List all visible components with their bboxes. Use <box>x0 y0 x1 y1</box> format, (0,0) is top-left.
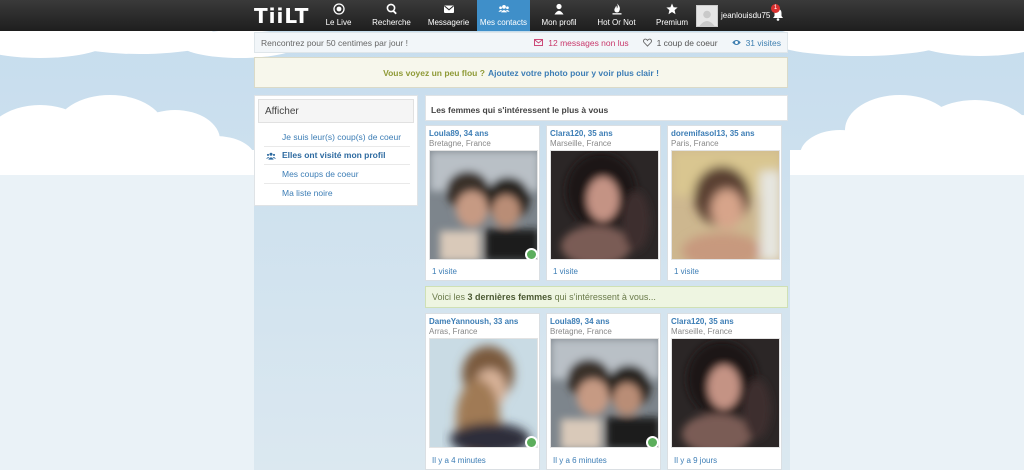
visits-count: 31 visites <box>745 37 781 48</box>
profile-location: Arras, France <box>429 327 478 336</box>
banner-highlight: 3 dernières femmes <box>467 292 553 302</box>
nav-label: Messagerie <box>427 18 470 27</box>
profile-card[interactable]: Clara120, 35 ans Marseille, France 1 vis… <box>546 125 661 281</box>
profile-location: Bretagne, France <box>429 139 491 148</box>
eye-icon <box>731 40 741 45</box>
nav-premium[interactable]: Premium <box>645 0 699 31</box>
nav-label: Mes contacts <box>479 18 528 27</box>
sidebar-item-liste-noire[interactable]: Ma liste noire <box>264 184 410 203</box>
profile-card[interactable]: Clara120, 35 ans Marseille, France Il y … <box>667 313 782 470</box>
profile-name[interactable]: DameYannoush, 33 ans <box>426 314 539 326</box>
sidebar-item-coups-de-coeur-recus[interactable]: Je suis leur(s) coup(s) de coeur <box>264 128 410 147</box>
visit-time: Il y a 9 jours <box>674 456 718 465</box>
nav-mon-profil[interactable]: Mon profil <box>530 0 588 31</box>
profile-name[interactable]: Loula89, 34 ans <box>426 126 539 138</box>
profile-card[interactable]: doremifasol13, 35 ans Paris, France 1 vi… <box>667 125 782 281</box>
user-icon <box>554 3 564 15</box>
default-avatar-icon <box>699 10 715 26</box>
blur-notice: Vous voyez un peu flou ? Ajoutez votre p… <box>254 57 788 88</box>
live-icon <box>332 3 345 15</box>
profile-card[interactable]: Loula89, 34 ans Bretagne, France Il y a … <box>546 313 661 470</box>
profile-name[interactable]: Clara120, 35 ans <box>547 126 660 138</box>
profile-card[interactable]: DameYannoush, 33 ans Arras, France Il y … <box>425 313 540 470</box>
visit-time: Il y a 4 minutes <box>432 456 486 465</box>
blurred-photo <box>551 339 658 447</box>
nav-messagerie[interactable]: Messagerie <box>420 0 477 31</box>
nav-label: Le Live <box>325 18 352 27</box>
blurred-photo <box>672 339 779 447</box>
blur-notice-text: Vous voyez un peu flou ? <box>383 67 485 78</box>
sidebar-title: Afficher <box>258 99 414 123</box>
online-indicator <box>525 248 538 261</box>
visits-link[interactable]: 31 visites <box>731 37 781 48</box>
filter-sidebar: Afficher Je suis leur(s) coup(s) de coeu… <box>254 95 418 206</box>
profile-location: Marseille, France <box>671 327 733 336</box>
sidebar-item-mes-coups-de-coeur[interactable]: Mes coups de coeur <box>264 165 410 184</box>
username[interactable]: jeanlouisdu75 <box>721 11 770 20</box>
nav-label: Mon profil <box>541 18 577 27</box>
profile-name[interactable]: doremifasol13, 35 ans <box>668 126 781 138</box>
profile-photo-blurred[interactable] <box>550 338 659 448</box>
visit-count: 1 visite <box>553 267 578 276</box>
online-indicator <box>525 436 538 449</box>
add-photo-link[interactable]: Ajoutez votre photo pour y voir plus cla… <box>488 68 659 78</box>
nav-le-live[interactable]: Le Live <box>314 0 363 31</box>
visit-count: 1 visite <box>674 267 699 276</box>
unread-messages-link[interactable]: 12 messages non lus <box>534 37 629 48</box>
section-title: Les femmes qui s'intéressent le plus à v… <box>425 95 788 121</box>
flame-icon <box>612 3 621 15</box>
sidebar-item-label: Elles ont visité mon profil <box>282 150 386 161</box>
blurred-photo <box>430 151 537 259</box>
hearts-link[interactable]: 1 coup de coeur <box>642 37 718 48</box>
nav-label: Recherche <box>372 18 411 27</box>
contacts-icon <box>497 4 510 13</box>
search-icon <box>386 3 397 15</box>
banner-suffix: qui s'intéressent à vous... <box>554 292 656 302</box>
notification-badge: 1 <box>771 4 780 13</box>
profile-photo-blurred[interactable] <box>671 150 780 260</box>
info-bar: Rencontrez pour 50 centimes par jour ! 1… <box>254 32 788 53</box>
blurred-photo <box>430 339 537 447</box>
main-nav: Le Live Recherche Messagerie Mes contact… <box>314 0 699 31</box>
blurred-photo <box>551 151 658 259</box>
star-icon <box>666 3 678 15</box>
heart-icon <box>642 38 652 47</box>
profile-card[interactable]: Loula89, 34 ans Bretagne, France 1 visit… <box>425 125 540 281</box>
profile-location: Bretagne, France <box>550 327 612 336</box>
envelope-icon <box>534 38 544 47</box>
profile-photo-blurred[interactable] <box>671 338 780 448</box>
unread-messages-count: 12 messages non lus <box>548 37 629 48</box>
sidebar-item-visites[interactable]: Elles ont visité mon profil <box>264 147 410 165</box>
nav-mes-contacts[interactable]: Mes contacts <box>477 0 530 31</box>
visit-time: Il y a 6 minutes <box>553 456 607 465</box>
tiilt-logo[interactable]: TiiLT <box>254 4 309 28</box>
recent-visitors-banner: Voici les 3 dernières femmes qui s'intér… <box>425 286 788 308</box>
profile-photo-blurred[interactable] <box>429 150 538 260</box>
user-menu[interactable]: jeanlouisdu75 <box>696 4 770 27</box>
users-icon <box>266 152 276 160</box>
nav-hot-or-not[interactable]: Hot Or Not <box>588 0 645 31</box>
nav-recherche[interactable]: Recherche <box>363 0 420 31</box>
hearts-count: 1 coup de coeur <box>656 37 718 48</box>
nav-label: Hot Or Not <box>597 18 636 27</box>
visit-count: 1 visite <box>432 267 457 276</box>
promo-link[interactable]: Rencontrez pour 50 centimes par jour ! <box>261 38 408 48</box>
profile-name[interactable]: Clara120, 35 ans <box>668 314 781 326</box>
sidebar-menu: Je suis leur(s) coup(s) de coeur Elles o… <box>258 128 414 202</box>
avatar[interactable] <box>696 4 718 27</box>
profile-photo-blurred[interactable] <box>550 150 659 260</box>
profile-location: Paris, France <box>671 139 719 148</box>
profile-name[interactable]: Loula89, 34 ans <box>547 314 660 326</box>
banner-prefix: Voici les <box>432 292 466 302</box>
profile-location: Marseille, France <box>550 139 612 148</box>
profile-photo-blurred[interactable] <box>429 338 538 448</box>
top-navigation-bar: TiiLT Le Live Recherche Messagerie Mes c… <box>0 0 1024 31</box>
blurred-photo <box>672 151 779 259</box>
online-indicator <box>646 436 659 449</box>
envelope-icon <box>443 5 454 13</box>
nav-label: Premium <box>655 18 688 27</box>
